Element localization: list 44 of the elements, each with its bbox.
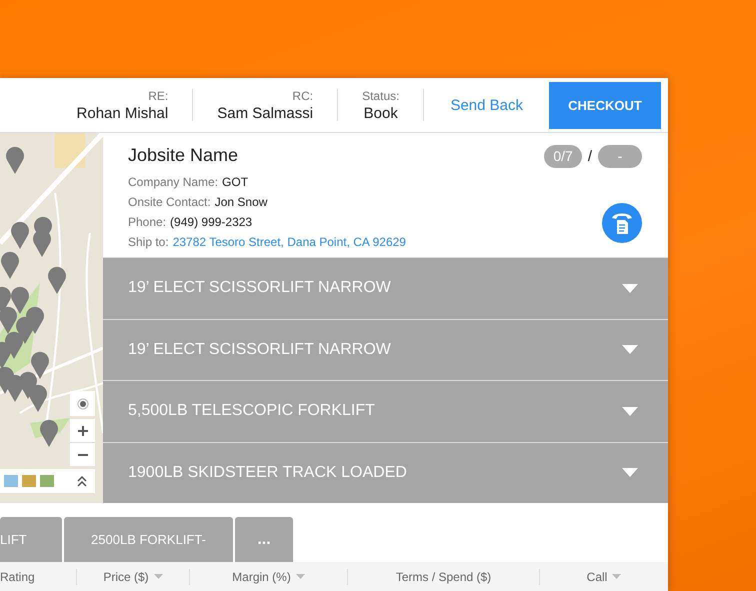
caret-icon [622, 345, 638, 354]
detail-label: Phone: [128, 215, 166, 229]
column-header[interactable]: Terms / Spend ($) [348, 568, 540, 584]
field-label: Status: [362, 88, 400, 102]
field-label: RE: [148, 88, 168, 102]
checkout-button[interactable]: CHECKOUT [549, 82, 661, 128]
field-value: Rohan Mishal [76, 104, 168, 122]
column-header[interactable]: Price ($) [77, 568, 190, 584]
caret-icon [622, 284, 638, 293]
column-header[interactable]: Rating [0, 568, 77, 584]
detail-value: Jon Snow [214, 195, 268, 209]
equipment-row[interactable]: 1900LB SKIDSTEER TRACK LOADED [103, 442, 668, 503]
zoom-in-icon[interactable] [70, 419, 95, 442]
field-label: RC: [292, 88, 314, 102]
address-link[interactable]: 23782 Tesoro Street, Dana Point, CA 92629 [172, 235, 406, 249]
field-value: Sam Salmassi [217, 104, 314, 122]
sort-icon [154, 574, 163, 579]
zoom-out-icon[interactable] [70, 443, 95, 466]
detail-label: Onsite Contact: [128, 195, 211, 209]
field-value: Book [364, 104, 398, 122]
column-header[interactable]: Margin (%) [190, 568, 348, 584]
equipment-row[interactable]: 19’ ELECT SCISSORLIFT NARROW [103, 257, 668, 319]
caret-icon [622, 468, 638, 478]
equipment-tab[interactable]: LIFT [0, 517, 62, 562]
detail-label: Company Name: [128, 175, 218, 189]
equipment-row[interactable]: 19’ ELECT SCISSORLIFT NARROW [103, 318, 668, 380]
equipment-tab[interactable]: ... [235, 517, 293, 562]
separator: / [588, 148, 592, 165]
count-badge: - [598, 145, 642, 168]
detail-value: GOT [222, 175, 248, 189]
count-badge: 0/7 [544, 145, 582, 168]
phone-icon[interactable] [602, 203, 642, 244]
equipment-tab[interactable]: 2500LB FORKLIFT- [64, 517, 233, 562]
expand-icon[interactable] [77, 475, 87, 487]
column-header[interactable]: Call [540, 568, 668, 584]
caret-icon [622, 406, 638, 416]
detail-value: (949) 999-2323 [170, 215, 252, 229]
sort-icon [612, 574, 622, 579]
detail-label: Ship to: [128, 235, 169, 249]
equipment-row[interactable]: 5,500LB TELESCOPIC FORKLIFT [103, 380, 668, 442]
locate-icon[interactable] [70, 391, 95, 416]
send-back-link[interactable]: Send Back [424, 96, 549, 114]
jobsite-title: Jobsite Name [128, 145, 240, 166]
sort-icon [296, 574, 305, 579]
